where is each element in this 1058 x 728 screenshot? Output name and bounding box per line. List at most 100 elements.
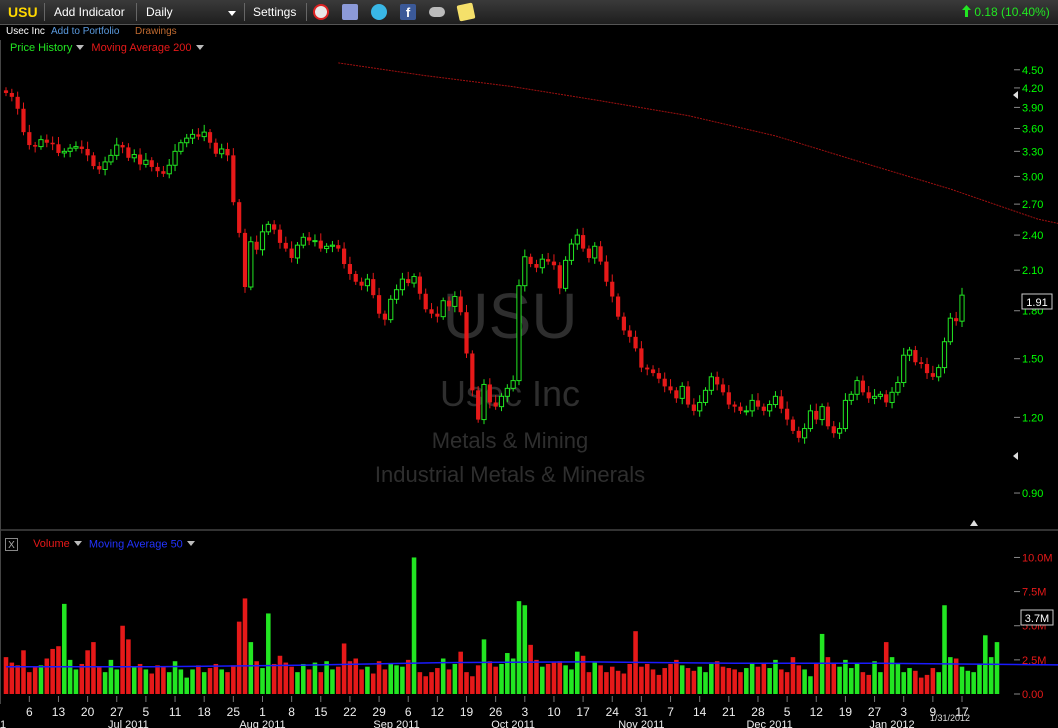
collapse-panel-icon[interactable] [970,520,978,526]
volume-bar [120,625,125,694]
volume-bar [301,663,306,694]
candle-body-up [848,393,854,401]
candle-body-up [767,404,773,412]
price-axis-label: 2.10 [1022,265,1043,277]
volume-bar [948,657,953,694]
candle-body-up [131,154,137,159]
volume-bar [411,557,417,694]
volume-bar [860,672,866,694]
current-date-label: 1/31/2012 [930,713,970,723]
volume-bar [271,663,277,694]
candle-body-up [329,244,336,247]
candle-body-down [406,279,411,284]
candle-body-up [504,387,510,397]
symbol-input[interactable]: USU [8,0,38,24]
candle-body-down [633,336,638,349]
volume-bar [784,672,790,694]
layers-icon[interactable] [342,4,358,20]
scroll-marker-icon[interactable] [1013,91,1018,99]
volume-bar [73,669,79,694]
volume-bar [988,657,994,694]
interval-select[interactable]: Daily [146,0,173,24]
volume-bar [394,665,399,694]
candle-body-down [546,259,551,262]
candle-body-down [33,145,38,147]
date-axis-label: 21 [722,705,736,719]
candle-body-up [568,243,575,261]
settings-button[interactable]: Settings [253,0,296,24]
add-indicator-button[interactable]: Add Indicator [54,0,125,24]
camera-icon[interactable] [429,7,445,17]
facebook-icon[interactable]: f [400,4,416,20]
volume-bar [516,601,522,694]
volume-bar [703,672,708,694]
volume-bar [586,672,592,694]
candle-body-down [85,148,90,156]
moving-average-200-line [338,62,1058,224]
candle-body-down [919,362,924,365]
candle-body-up [802,428,808,439]
volume-bar [196,665,201,694]
stock-chart[interactable]: USU Usec Inc Metals & Mining Industrial … [0,24,1058,728]
candle-body-down [860,380,866,393]
volume-bar [755,666,761,694]
toolbar-divider [306,3,307,21]
candle-body-up [498,395,505,408]
candle-body-down [534,264,539,268]
volume-bar [417,672,423,694]
candle-body-down [50,142,55,145]
scroll-marker-icon[interactable] [1013,452,1018,460]
volume-bar [38,665,44,694]
candle-body-up [836,428,843,434]
volume-bar [907,668,912,694]
volume-bar [470,676,475,694]
candle-body-down [831,426,836,434]
volume-bar [697,666,702,694]
volume-bar [942,605,947,694]
candle-body-down [254,241,259,250]
last-price-label: 1.91 [1026,297,1047,309]
candle-body-down [656,373,661,379]
volume-bar [639,666,644,694]
candle-body-up [61,150,67,154]
candle-body-down [580,235,586,249]
candle-body-up [399,278,405,291]
candle-body-down [3,90,9,93]
candle-body-up [178,142,184,152]
volume-bar [388,663,394,694]
interval-dropdown-icon[interactable] [224,1,240,25]
volume-bar [201,672,207,694]
note-icon[interactable] [456,2,476,22]
volume-bar [464,672,469,694]
volume-bar [918,677,924,694]
volume-bar [131,666,137,694]
alarm-clock-icon[interactable] [313,4,329,20]
candle-body-up [172,150,178,166]
candle-body-up [941,341,948,369]
volume-bar [563,665,568,694]
volume-bar [802,669,807,694]
candle-body-up [481,383,487,421]
volume-bar [644,663,650,694]
candle-body-down [528,256,533,265]
candle-body-down [866,392,871,399]
volume-bar [767,668,772,694]
volume-bar [965,670,971,694]
date-axis-label: 22 [343,705,357,719]
candle-body-down [674,390,679,399]
candle-body-up [901,354,907,384]
volume-bar [895,663,901,694]
candle-body-up [708,376,714,391]
volume-bar [883,642,889,694]
volume-bar [709,663,714,694]
volume-axis-label: 0.00 [1022,689,1043,701]
volume-bar [872,661,877,694]
volume-bar [382,669,388,694]
date-axis-label: 25 [227,705,241,719]
candle-body-up [906,349,913,356]
twitter-icon[interactable] [371,4,387,20]
volume-bar [423,676,428,694]
volume-bar [854,662,860,694]
candle-body-down [755,400,761,407]
date-axis-label: 31 [635,705,649,719]
